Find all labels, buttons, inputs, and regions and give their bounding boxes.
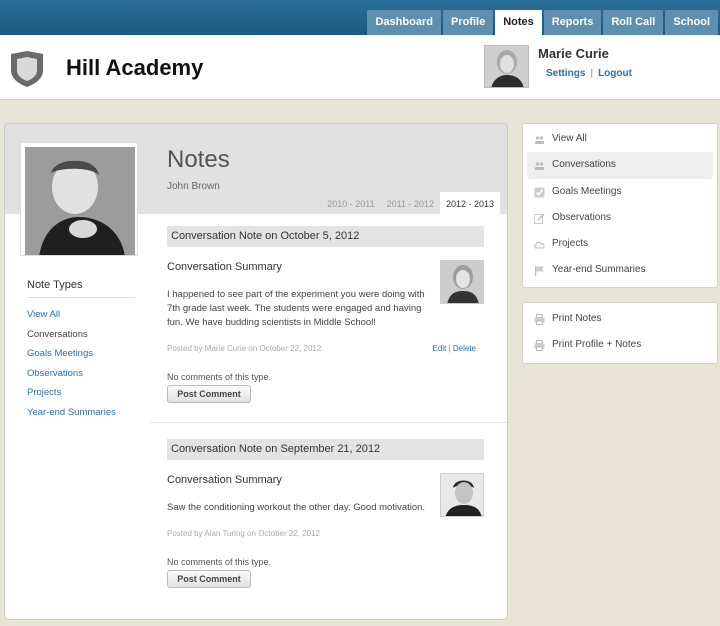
filter-projects[interactable]: Projects (523, 231, 717, 257)
edit-link[interactable]: Edit (433, 344, 447, 353)
print-label: Print Notes (552, 313, 602, 324)
note-type-projects[interactable]: Projects (27, 387, 116, 407)
author-portrait-image (441, 261, 483, 303)
note-filter-panel: View All Conversations Goals Meetings Ob… (522, 123, 718, 288)
tab-year-2012-2013[interactable]: 2012 - 2013 (439, 192, 500, 214)
print-profile-notes-button[interactable]: Print Profile + Notes (523, 332, 717, 358)
printer-icon (534, 314, 545, 325)
print-notes-button[interactable]: Print Notes (523, 306, 717, 332)
shield-logo-icon (11, 51, 43, 87)
note-type-year-end-summaries[interactable]: Year-end Summaries (27, 407, 116, 427)
filter-observations[interactable]: Observations (523, 205, 717, 231)
user-links: Settings | Logout (546, 68, 632, 79)
note-types-title: Note Types (27, 279, 83, 291)
student-name: John Brown (167, 181, 220, 192)
note-types-list: View All Conversations Goals Meetings Ob… (27, 309, 116, 427)
pencil-icon (534, 213, 545, 224)
post-comment-button[interactable]: Post Comment (167, 570, 251, 588)
author-portrait-image (441, 474, 483, 516)
user-name: Marie Curie (538, 46, 609, 61)
printer-icon (534, 340, 545, 352)
people-icon (534, 134, 545, 145)
student-photo (20, 142, 138, 256)
note-types-divider (27, 297, 135, 298)
no-comments-text: No comments of this type. (167, 372, 272, 382)
main-nav: Dashboard Profile Notes Reports Roll Cal… (365, 10, 718, 35)
filter-label: Conversations (552, 159, 616, 171)
tab-reports[interactable]: Reports (543, 10, 602, 35)
user-portrait-image (485, 46, 528, 87)
post-comment-button[interactable]: Post Comment (167, 385, 251, 403)
action-separator: | (448, 344, 451, 353)
note-divider (150, 422, 507, 423)
note-card: Conversation Note on October 5, 2012 Con… (167, 226, 484, 406)
note-body: I happened to see part of the experiment… (167, 289, 425, 328)
user-avatar[interactable] (484, 45, 529, 88)
logout-link[interactable]: Logout (598, 68, 632, 79)
filter-label: Goals Meetings (552, 185, 622, 197)
tab-roll-call[interactable]: Roll Call (603, 10, 664, 35)
people-icon (534, 160, 545, 171)
notes-panel: Notes John Brown 2010 - 2011 2011 - 2012… (4, 123, 508, 620)
page-title: Notes (167, 146, 230, 173)
note-body: Saw the conditioning workout the other d… (167, 502, 426, 513)
note-type-view-all[interactable]: View All (27, 309, 116, 329)
filter-label: View All (552, 133, 587, 144)
note-card: Conversation Note on September 21, 2012 … (167, 439, 484, 589)
author-avatar (440, 473, 484, 517)
link-separator: | (590, 68, 594, 79)
checkbox-icon (534, 187, 545, 198)
filter-view-all[interactable]: View All (523, 126, 717, 152)
top-bar: Dashboard Profile Notes Reports Roll Cal… (0, 0, 720, 35)
tab-year-2010-2011[interactable]: 2010 - 2011 (321, 192, 380, 214)
tab-dashboard[interactable]: Dashboard (367, 10, 441, 35)
note-header: Conversation Note on October 5, 2012 (167, 226, 484, 247)
filter-label: Projects (552, 238, 589, 250)
student-portrait-image (21, 143, 137, 255)
note-subtitle: Conversation Summary (167, 261, 282, 273)
note-meta: Posted by Alan Turing on October 22, 201… (167, 529, 320, 538)
year-tabs: 2010 - 2011 2011 - 2012 2012 - 2013 (321, 192, 500, 214)
filter-goals-meetings[interactable]: Goals Meetings (523, 179, 717, 205)
note-subtitle: Conversation Summary (167, 474, 282, 486)
cloud-icon (534, 239, 545, 250)
note-actions: Edit | Delete (433, 344, 476, 353)
note-meta: Posted by Marie Curie on October 22, 201… (167, 344, 322, 353)
delete-link[interactable]: Delete (453, 344, 476, 353)
settings-link[interactable]: Settings (546, 68, 585, 79)
note-type-conversations[interactable]: Conversations (27, 329, 116, 349)
filter-label: Observations (552, 211, 611, 223)
tab-notes[interactable]: Notes (495, 10, 542, 35)
filter-year-end-summaries[interactable]: Year-end Summaries (523, 257, 717, 283)
tab-school[interactable]: School (665, 10, 718, 35)
app-title: Hill Academy (66, 55, 204, 80)
print-label: Print Profile + Notes (552, 339, 642, 351)
filter-conversations[interactable]: Conversations (527, 152, 713, 179)
tab-year-2011-2012[interactable]: 2011 - 2012 (381, 192, 440, 214)
tab-profile[interactable]: Profile (442, 10, 494, 35)
note-header: Conversation Note on September 21, 2012 (167, 439, 484, 460)
flag-icon (534, 265, 545, 277)
header: Hill Academy Marie Curie Settings | Logout (0, 35, 720, 100)
filter-label: Year-end Summaries (552, 264, 646, 276)
note-type-observations[interactable]: Observations (27, 368, 116, 388)
author-avatar (440, 260, 484, 304)
no-comments-text: No comments of this type. (167, 557, 272, 567)
print-panel: Print Notes Print Profile + Notes (522, 302, 718, 364)
note-type-goals-meetings[interactable]: Goals Meetings (27, 348, 116, 368)
